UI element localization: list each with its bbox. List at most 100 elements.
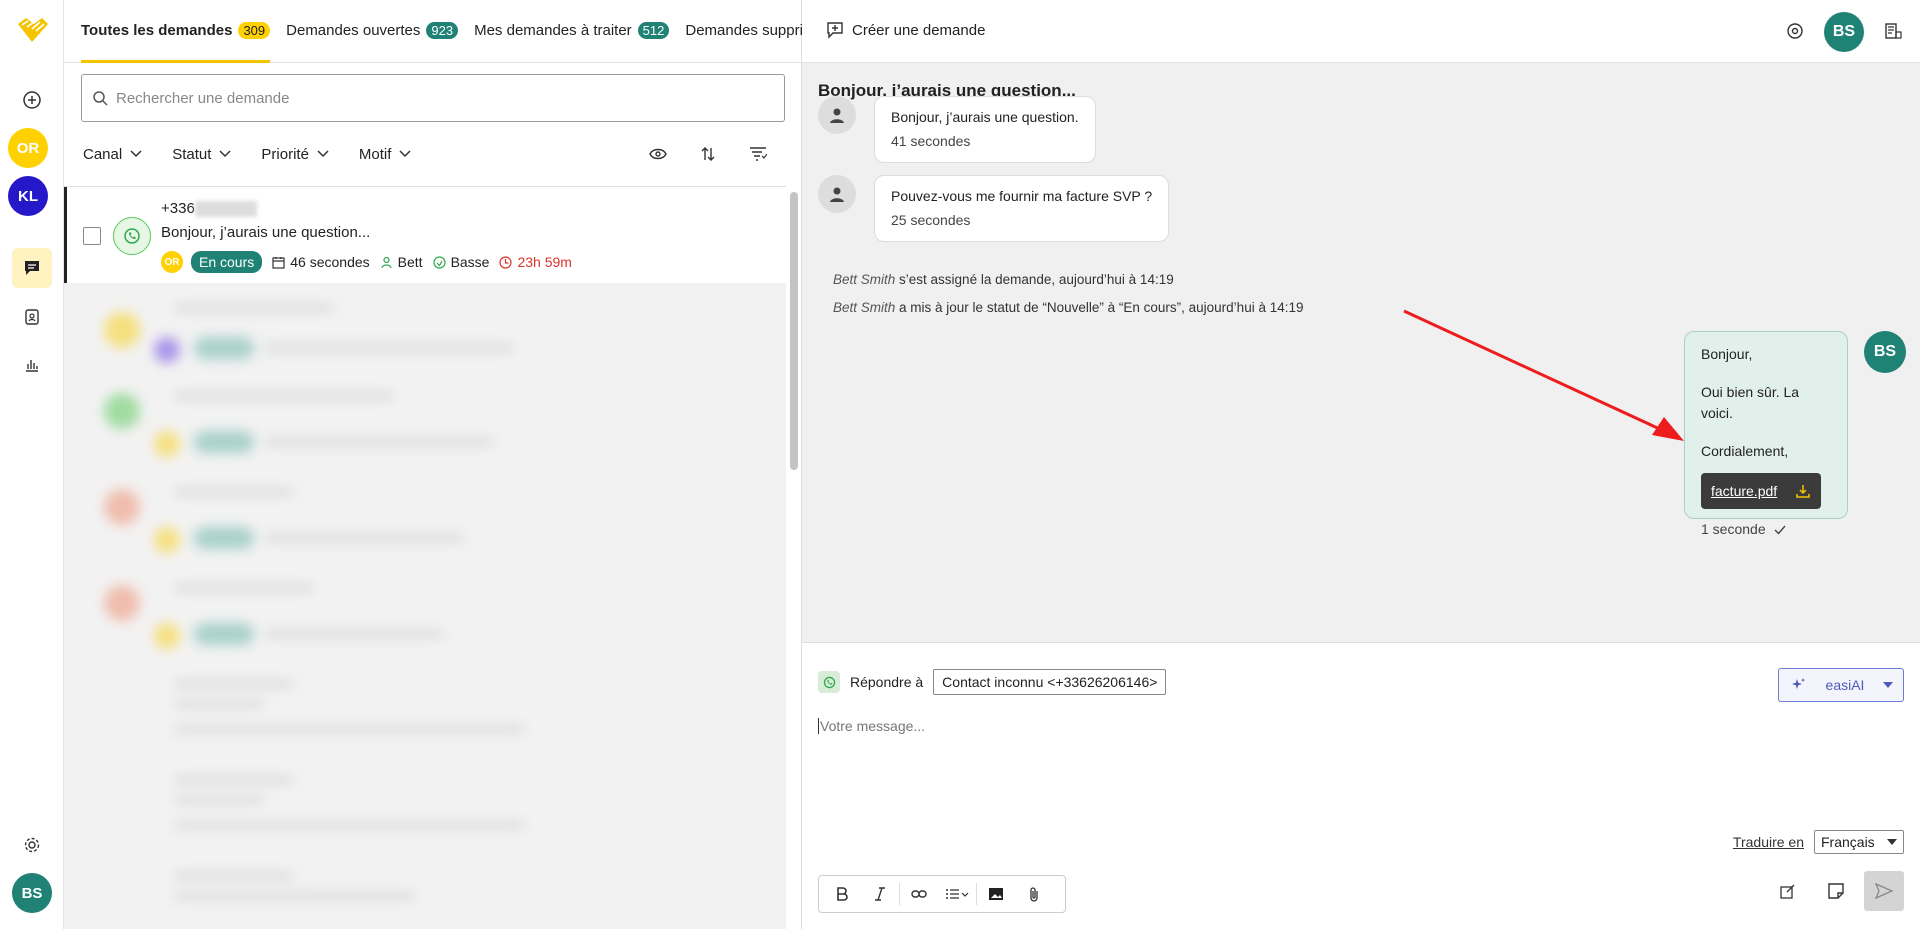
tab-count: 512 (637, 22, 670, 39)
eye-icon[interactable] (633, 140, 683, 168)
filters-bar: Canal Statut Priorité Motif (83, 140, 783, 168)
bold-icon[interactable] (823, 879, 861, 909)
chevron-down-icon (130, 150, 142, 158)
conversations-icon[interactable] (12, 248, 52, 288)
agent-text: Bett (397, 254, 423, 270)
download-icon[interactable] (1795, 483, 1811, 499)
message-input[interactable]: Votre message... (818, 718, 925, 734)
item-agent: Bett (380, 254, 423, 270)
log-actor: Bett Smith (833, 300, 896, 315)
italic-icon[interactable] (861, 879, 899, 909)
topbar-actions: BS (1786, 12, 1902, 52)
tab-label: Demandes ouvertes (286, 22, 421, 39)
incoming-message: Bonjour, j’aurais une question. 41 secon… (874, 96, 1096, 163)
message-thread: Bonjour, j’aurais une question... Bonjou… (802, 63, 1920, 643)
tab-count: 923 (426, 22, 459, 39)
activity-log: Bett Smith s’est assigné la demande, auj… (833, 272, 1174, 287)
blurred-list-item (64, 287, 786, 383)
add-icon[interactable] (12, 80, 52, 120)
conversation-pane: Créer une demande BS Bonjour, j’aurais u… (802, 0, 1920, 929)
reply-status: 1 seconde (1701, 519, 1831, 539)
filter-status[interactable]: Statut (172, 146, 231, 163)
chevron-down-icon (317, 150, 329, 158)
blurred-list-item (64, 479, 786, 575)
list-scrollbar[interactable] (790, 192, 798, 470)
sla-text: 23h 59m (517, 254, 572, 270)
tab-all-requests[interactable]: Toutes les demandes 309 (81, 0, 271, 63)
phone-text: +336 (161, 200, 195, 217)
target-icon[interactable] (1786, 22, 1804, 43)
contact-avatar-icon (818, 175, 856, 213)
link-icon[interactable] (900, 879, 938, 909)
caret-down-icon (1887, 839, 1897, 845)
tab-label: Toutes les demandes (81, 22, 233, 39)
outgoing-message: Bonjour, Oui bien sûr. La voici. Cordial… (1684, 331, 1848, 537)
check-icon (1774, 525, 1786, 535)
calendar-icon (272, 256, 285, 269)
masked-number (194, 201, 257, 218)
settings-gear-icon[interactable] (12, 825, 52, 865)
panel-icon[interactable] (1884, 22, 1902, 43)
blurred-list-item (64, 767, 786, 863)
item-subject: Bonjour, j’aurais une question... (161, 224, 371, 241)
translate-link[interactable]: Traduire en (1733, 834, 1804, 850)
request-rows: +336 Bonjour, j’aurais une question... O… (64, 186, 786, 929)
create-request-button[interactable]: Créer une demande (826, 21, 985, 39)
app-logo-icon[interactable] (14, 14, 50, 46)
edit-note-icon[interactable] (1768, 871, 1808, 911)
user-icon (381, 256, 392, 268)
filter-label: Motif (358, 145, 392, 163)
sort-icon[interactable] (683, 140, 733, 168)
caret-down-icon (1882, 682, 1893, 688)
log-actor: Bett Smith (833, 272, 896, 287)
avatar-or[interactable]: OR (8, 128, 48, 168)
send-button[interactable] (1864, 871, 1904, 911)
attachment-link[interactable]: facture.pdf (1701, 473, 1822, 510)
list-item[interactable]: +336 Bonjour, j’aurais une question... O… (64, 187, 786, 283)
search-input[interactable]: Rechercher une demande (81, 74, 785, 122)
avatar-kl[interactable]: KL (8, 176, 48, 216)
sparkles-icon (1792, 678, 1805, 689)
list-tools (633, 140, 783, 168)
filter-settings-icon[interactable] (733, 140, 783, 168)
message-time: 41 secondes (891, 133, 971, 149)
message-text: Bonjour, j’aurais une question. (891, 109, 1079, 125)
item-age: 46 secondes (272, 254, 370, 270)
request-tabs: Toutes les demandes 309 Demandes ouverte… (64, 0, 840, 63)
reply-time: 1 seconde (1701, 521, 1766, 538)
item-meta: OR En cours 46 secondes Bett Basse 23h 5… (161, 251, 582, 273)
composer-actions (1760, 871, 1904, 911)
language-select[interactable]: Français (1814, 830, 1904, 854)
contacts-icon[interactable] (12, 297, 52, 337)
tab-open-requests[interactable]: Demandes ouvertes 923 (286, 0, 459, 62)
activity-log: Bett Smith a mis à jour le statut de “No… (833, 300, 1304, 315)
search-icon (93, 91, 108, 106)
red-arrow-annotation (1403, 309, 1684, 441)
user-avatar[interactable]: BS (12, 873, 52, 913)
tab-label: Mes demandes à traiter (474, 22, 632, 39)
request-list-pane: Toutes les demandes 309 Demandes ouverte… (64, 0, 840, 929)
incoming-message: Pouvez-vous me fournir ma facture SVP ? … (874, 175, 1170, 242)
user-avatar[interactable]: BS (1824, 12, 1864, 52)
easiai-button[interactable]: easiAI (1778, 668, 1904, 702)
attachment-icon[interactable] (1015, 879, 1053, 909)
sticky-note-icon[interactable] (1816, 871, 1856, 911)
stats-icon[interactable] (12, 345, 52, 385)
reply-to-label: Répondre à (850, 674, 924, 690)
attachment-name: facture.pdf (1711, 483, 1778, 500)
reply-line: Cordialement, (1701, 442, 1789, 459)
list-icon[interactable] (938, 879, 976, 909)
recipient-select[interactable]: Contact inconnu <+33626206146> (933, 669, 1167, 695)
filter-priority[interactable]: Priorité (261, 146, 329, 163)
filter-label: Canal (83, 145, 123, 163)
row-checkbox[interactable] (83, 227, 101, 245)
item-phone: +336 (161, 200, 257, 218)
whatsapp-icon (818, 671, 840, 693)
tab-count: 309 (238, 22, 271, 39)
filter-channel[interactable]: Canal (83, 146, 142, 163)
reply-composer: Répondre à Contact inconnu <+33626206146… (802, 644, 1920, 929)
tab-my-requests[interactable]: Mes demandes à traiter 512 (474, 0, 670, 62)
image-icon[interactable] (977, 879, 1015, 909)
translate-row: Traduire en Français (1733, 830, 1904, 854)
filter-reason[interactable]: Motif (359, 146, 412, 163)
